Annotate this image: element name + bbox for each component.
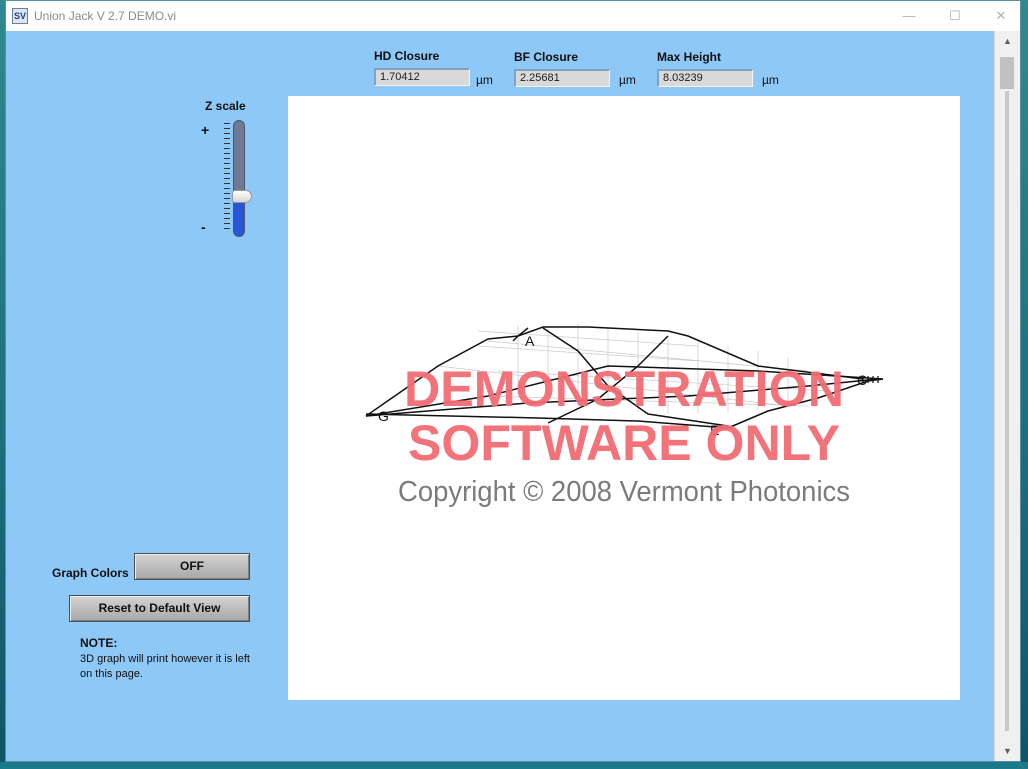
zscale-plus-label: + [201,122,210,138]
point-label-a: A [525,333,535,349]
zscale-ticks [224,123,230,233]
vertical-scrollbar[interactable]: ▲ ▼ [994,31,1020,761]
zscale-minus-label: - [201,219,206,235]
3d-graph[interactable]: A C G E DEMONSTRATION SOFTWARE ONLY Copy… [288,96,960,700]
graph-colors-label: Graph Colors [52,566,129,580]
note-title: NOTE: [80,636,118,650]
app-window: SV Union Jack V 2.7 DEMO.vi — ☐ ✕ HD Clo… [5,0,1021,762]
app-icon: SV [12,8,28,24]
point-label-c: C [857,372,867,388]
note-text: 3D graph will print however it is left o… [80,653,250,680]
zscale-label: Z scale [205,99,246,113]
close-button[interactable]: ✕ [978,1,1024,31]
reset-default-view-button[interactable]: Reset to Default View [69,595,250,622]
watermark-line-1: DEMONSTRATION [404,361,844,417]
watermark-line-2: SOFTWARE ONLY [408,415,840,471]
bf-closure-unit: µm [619,73,636,87]
graph-colors-toggle-button[interactable]: OFF [134,553,250,580]
scroll-down-arrow-icon[interactable]: ▼ [995,741,1020,761]
point-label-g: G [378,408,389,424]
front-panel: HD Closure 1.70412 µm BF Closure 2.25681… [6,31,994,761]
copyright-text: Copyright © 2008 Vermont Photonics [398,476,850,508]
window-title: Union Jack V 2.7 DEMO.vi [34,9,177,23]
scroll-track[interactable] [1005,91,1009,731]
scroll-thumb[interactable] [1000,57,1014,89]
max-height-unit: µm [762,73,779,87]
maximize-button[interactable]: ☐ [932,1,978,31]
desktop-strip [0,762,1028,769]
max-height-value: 8.03239 [657,69,753,87]
bf-closure-label: BF Closure [514,50,579,64]
max-height-label: Max Height [657,50,722,64]
3d-graph-canvas[interactable]: A C G E DEMONSTRATION SOFTWARE ONLY Copy… [288,96,960,700]
hd-closure-label: HD Closure [374,49,440,63]
scroll-up-arrow-icon[interactable]: ▲ [995,31,1020,51]
bf-closure-value: 2.25681 [514,69,610,87]
hd-closure-value: 1.70412 [374,68,470,86]
title-bar[interactable]: SV Union Jack V 2.7 DEMO.vi — ☐ ✕ [6,1,1020,31]
zscale-slider-handle[interactable] [232,190,252,204]
zscale-slider[interactable] [233,120,245,237]
hd-closure-unit: µm [476,73,493,87]
minimize-button[interactable]: — [886,1,932,31]
